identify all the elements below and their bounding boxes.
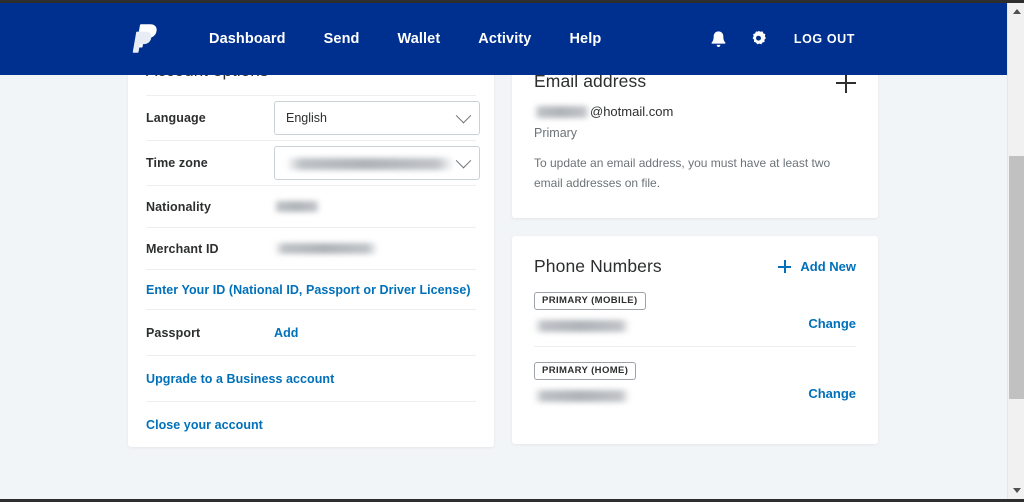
- label-language: Language: [146, 111, 206, 125]
- passport-add-link[interactable]: Add: [274, 326, 298, 340]
- label-merchant-id: Merchant ID: [146, 241, 219, 256]
- row-timezone: Time zone: [146, 140, 480, 185]
- phone-numbers-card: Phone Numbers Add New PRIMARY (MOBILE) C…: [512, 235, 878, 444]
- language-select-value: English: [286, 111, 327, 125]
- label-passport: Passport: [146, 325, 201, 340]
- language-select[interactable]: English: [274, 101, 480, 135]
- change-phone-mobile-link[interactable]: Change: [808, 316, 856, 332]
- right-column: Email address @hotmail.com Primary To up…: [512, 51, 878, 447]
- plus-icon: [778, 260, 792, 274]
- scrollbar-thumb[interactable]: [1009, 156, 1024, 399]
- scroll-down-arrow-icon[interactable]: [1008, 482, 1024, 499]
- redacted-phone-number-home: [534, 389, 630, 402]
- redacted-email-local-part: [534, 105, 590, 118]
- email-address-card: Email address @hotmail.com Primary To up…: [512, 51, 878, 218]
- nav-item-wallet[interactable]: Wallet: [379, 23, 460, 55]
- value-merchant-id: [274, 243, 476, 254]
- redacted-timezone-value: [286, 157, 454, 170]
- paypal-logo-icon[interactable]: [128, 19, 162, 59]
- email-primary-label: Primary: [534, 126, 578, 140]
- value-nationality: [274, 201, 476, 212]
- page-content-area: Account options Language English: [0, 3, 1007, 499]
- row-close-account: Close your account: [146, 401, 476, 447]
- top-navigation-bar: Dashboard Send Wallet Activity Help LOG …: [0, 3, 1007, 75]
- row-language: Language English: [146, 95, 480, 140]
- enter-your-id-link[interactable]: Enter Your ID (National ID, Passport or …: [146, 283, 471, 297]
- phone-tag-home: PRIMARY (HOME): [534, 361, 637, 380]
- phone-row-home: PRIMARY (HOME) Change: [534, 347, 856, 422]
- settings-gear-icon[interactable]: [748, 28, 770, 50]
- row-nationality: Nationality: [146, 185, 476, 227]
- email-address-domain: @hotmail.com: [590, 104, 674, 119]
- phone-tag-mobile: PRIMARY (MOBILE): [534, 291, 646, 310]
- nav-item-help[interactable]: Help: [550, 23, 620, 55]
- notification-bell-icon[interactable]: [708, 28, 730, 50]
- nav-right-group: LOG OUT: [708, 3, 987, 75]
- nav-item-activity[interactable]: Activity: [459, 23, 550, 55]
- phone-mobile-info: PRIMARY (MOBILE): [534, 291, 646, 332]
- change-phone-home-link[interactable]: Change: [808, 386, 856, 402]
- nav-item-dashboard[interactable]: Dashboard: [190, 23, 305, 55]
- logout-link[interactable]: LOG OUT: [794, 32, 855, 46]
- redacted-merchant-id-value: [274, 243, 378, 254]
- vertical-scrollbar[interactable]: [1007, 3, 1024, 499]
- account-options-card: Account options Language English: [128, 51, 494, 447]
- label-nationality: Nationality: [146, 199, 211, 214]
- left-column: Account options Language English: [128, 51, 494, 447]
- phone-row-mobile: PRIMARY (MOBILE) Change: [534, 277, 856, 347]
- add-new-phone-button[interactable]: Add New: [778, 259, 856, 275]
- chevron-down-icon: [455, 152, 472, 168]
- chevron-down-icon: [455, 107, 472, 123]
- timezone-select-value: [286, 156, 458, 170]
- value-timezone: [274, 146, 480, 180]
- redacted-nationality-value: [274, 201, 320, 212]
- phone-card-title: Phone Numbers: [534, 255, 662, 276]
- value-language: English: [274, 101, 480, 135]
- close-account-link[interactable]: Close your account: [146, 418, 263, 432]
- row-upgrade-business: Upgrade to a Business account: [146, 355, 476, 401]
- upgrade-business-account-link[interactable]: Upgrade to a Business account: [146, 372, 334, 386]
- email-update-note: To update an email address, you must hav…: [534, 156, 831, 190]
- nav-item-send[interactable]: Send: [305, 23, 379, 55]
- add-new-phone-label: Add New: [800, 258, 856, 274]
- row-enter-your-id: Enter Your ID (National ID, Passport or …: [146, 269, 476, 309]
- timezone-select[interactable]: [274, 146, 480, 180]
- phone-card-header: Phone Numbers Add New: [534, 256, 856, 277]
- phone-home-info: PRIMARY (HOME): [534, 361, 637, 402]
- email-address-value: @hotmail.com: [534, 104, 856, 119]
- scroll-up-arrow-icon[interactable]: [1008, 3, 1024, 20]
- redacted-phone-number-mobile: [534, 319, 630, 332]
- label-timezone: Time zone: [146, 156, 208, 170]
- add-email-plus-icon[interactable]: [836, 73, 856, 93]
- nav-links: Dashboard Send Wallet Activity Help: [190, 23, 620, 55]
- browser-viewport: Account options Language English: [0, 0, 1024, 502]
- row-passport: Passport Add: [146, 309, 476, 355]
- row-merchant-id: Merchant ID: [146, 227, 476, 269]
